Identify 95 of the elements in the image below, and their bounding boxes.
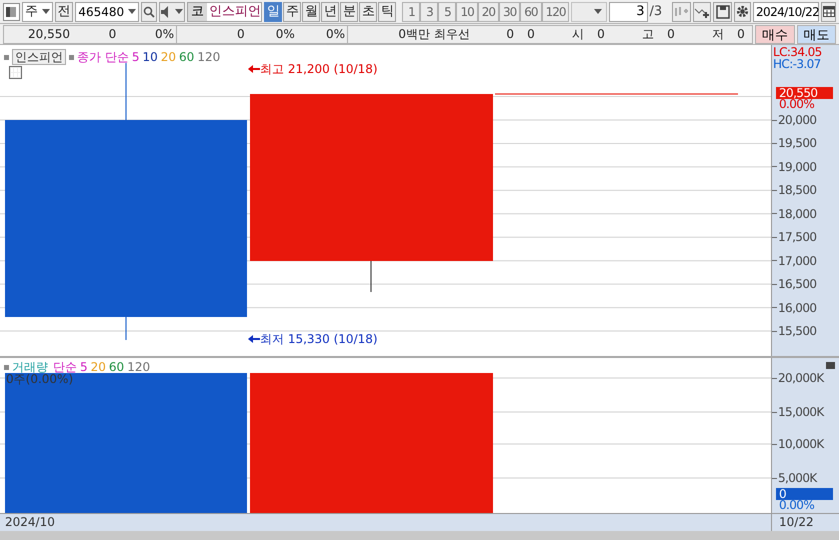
dropdown-caret-icon[interactable]	[594, 9, 602, 14]
moving-average-label: 5	[132, 49, 140, 66]
quote-value: 0%	[276, 26, 295, 43]
code-field[interactable]: 465480	[75, 2, 139, 22]
moving-average-label: 20	[160, 49, 176, 66]
volume-tick: 5,000K	[777, 471, 817, 485]
period-tab[interactable]: 분	[340, 2, 358, 22]
lc-label: LC:34.05	[773, 46, 822, 58]
moving-average-label: 60	[108, 359, 124, 376]
interval-button[interactable]: 10	[456, 2, 478, 22]
unit-select[interactable]	[571, 2, 608, 22]
quote-value: 저	[711, 26, 725, 43]
price-tick: 19,000	[777, 160, 816, 174]
quote-value: 0%	[154, 26, 174, 43]
speaker-icon	[160, 6, 171, 18]
interval-button[interactable]: 1	[402, 2, 420, 22]
sell-button[interactable]: 매도	[796, 24, 836, 44]
period-tab[interactable]: 초	[359, 2, 378, 22]
dropdown-caret-icon[interactable]	[128, 9, 136, 14]
indicator-label: 단순	[53, 359, 77, 374]
quote-value: 0	[526, 26, 536, 43]
indicator-label: 종가 단순	[77, 49, 129, 66]
price-tick: 17,500	[777, 230, 816, 244]
dropdown-caret-icon[interactable]	[42, 9, 50, 14]
price-tick: 18,000	[777, 206, 816, 221]
page-total: /3	[650, 2, 664, 21]
left-arrow-icon	[248, 65, 260, 73]
chart-layout-icon[interactable]	[3, 2, 20, 20]
price-tick: 20,000	[777, 113, 816, 127]
price-tick: 17,000	[777, 254, 816, 268]
quote-value: 0	[505, 26, 515, 43]
page-field[interactable]: 3	[609, 2, 648, 22]
quote-value: 0	[596, 26, 606, 43]
quote-value: 시	[571, 26, 585, 43]
price-tick: 18,500	[777, 183, 816, 198]
low-price-label: 최저 15,330 (10/18)	[260, 331, 378, 348]
interval-button[interactable]: 60	[520, 2, 542, 22]
buy-button[interactable]: 매수	[755, 24, 794, 44]
interval-button[interactable]: 5	[438, 2, 456, 22]
grid-table-icon[interactable]	[9, 66, 22, 79]
volume-label: 거래량	[12, 359, 48, 374]
quote-value: 0%	[326, 26, 345, 43]
save-icon[interactable]	[713, 2, 732, 22]
interval-button[interactable]: 30	[499, 2, 520, 22]
interval-button[interactable]: 20	[478, 2, 499, 22]
moving-average-label: 120	[197, 49, 220, 66]
quote-value: 0	[736, 26, 746, 43]
current-volume-badge: 0	[776, 488, 833, 500]
dropdown-caret-icon[interactable]	[174, 9, 183, 14]
period-label: 2024/10	[0, 514, 772, 531]
moving-average-label: 120	[127, 359, 150, 376]
left-arrow-icon	[248, 335, 260, 343]
volume-tick: 15,000K	[777, 405, 824, 419]
period-tab[interactable]: 일	[264, 2, 282, 22]
volume-change-label: 0.00%	[779, 500, 814, 511]
line-add-icon[interactable]	[692, 2, 712, 22]
quote-value: 20,550	[28, 26, 70, 43]
price-change-label: 0.00%	[779, 99, 814, 110]
prev-button[interactable]: 전	[54, 2, 74, 22]
quote-value: 0	[666, 26, 676, 43]
period-tab[interactable]: 주	[283, 2, 302, 22]
moving-average-label: 10	[142, 49, 158, 66]
price-tick: 19,500	[777, 136, 816, 150]
current-price-badge: 20,550	[776, 87, 833, 99]
quote-value: 최우선	[433, 26, 471, 43]
volume-legend: 0주(0.00%)	[6, 372, 74, 386]
quote-value: 고	[641, 26, 655, 43]
date-field[interactable]: 2024/10/22	[753, 2, 819, 22]
stock-name-field[interactable]: 코 인스피언	[187, 2, 262, 22]
moving-average-label: 20	[90, 359, 106, 376]
speaker-button[interactable]	[158, 2, 186, 22]
quote-value: 0백만	[397, 26, 430, 43]
period-tab[interactable]: 년	[321, 2, 340, 22]
interval-button[interactable]: 3	[420, 2, 438, 22]
settings-icon[interactable]	[734, 2, 751, 22]
period-tab[interactable]: 틱	[378, 2, 396, 22]
volume-tick: 20,000K	[777, 371, 824, 385]
volume-tick: 10,000K	[777, 437, 824, 451]
price-tick: 15,500	[777, 324, 816, 338]
hc-label: HC:-3.07	[773, 58, 821, 70]
high-price-label: 최고 21,200 (10/18)	[260, 61, 378, 78]
moving-average-label: 60	[179, 49, 194, 66]
calendar-icon[interactable]	[821, 2, 836, 22]
market-prefix: 코	[188, 2, 208, 20]
market-select[interactable]: 주	[22, 2, 53, 22]
quote-value: 0	[108, 26, 116, 43]
interval-button[interactable]: 120	[542, 2, 570, 22]
date-label: 10/22	[778, 514, 815, 531]
price-tick: 16,000	[777, 300, 816, 315]
stock-name-label[interactable]: 인스피언	[12, 49, 66, 65]
price-tick: 16,500	[777, 277, 816, 292]
period-tab[interactable]: 월	[302, 2, 320, 22]
quote-value: 0	[237, 26, 245, 43]
search-icon[interactable]	[140, 2, 157, 22]
moving-average-label: 5	[80, 359, 88, 376]
